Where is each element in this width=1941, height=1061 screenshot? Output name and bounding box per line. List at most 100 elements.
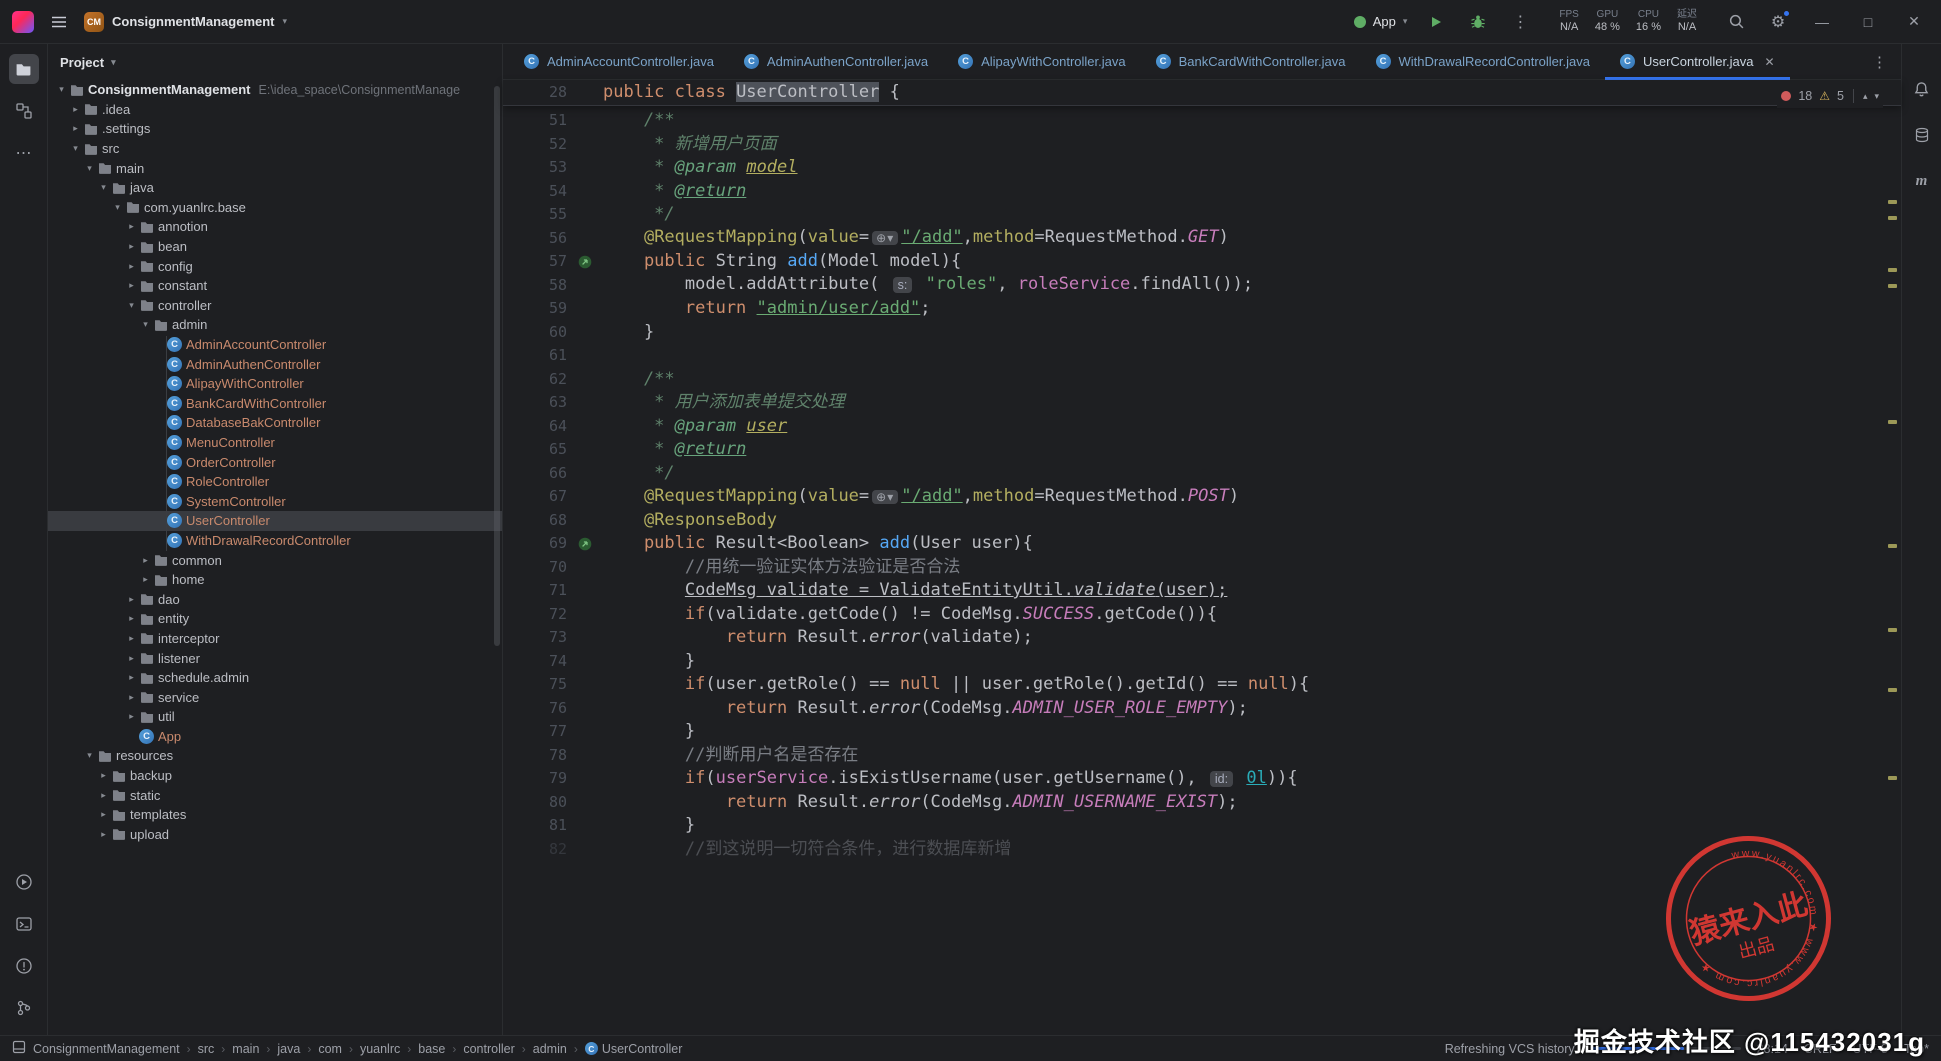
code-line-79[interactable]: 79 if(userService.isExistUsername(user.g… [503,767,1901,791]
tree-item-ConsignmentManagement[interactable]: ▾ ConsignmentManagement E:\idea_space\Cons… [48,80,502,100]
code-line-58[interactable]: 58 model.addAttribute( s: "roles", roleS… [503,274,1901,298]
line-number[interactable]: 73 [503,626,567,650]
next-problem-button[interactable]: ▾ [1874,91,1879,102]
request-mapping-gutter-icon[interactable] [567,537,603,551]
chevron-down-icon[interactable]: ▾ [82,750,97,761]
chevron-right-icon[interactable]: ▸ [96,829,111,840]
line-separator-widget[interactable]: CRLF [1804,1042,1837,1056]
tree-item-com.yuanlrc.base[interactable]: ▾ com.yuanlrc.base [48,198,502,218]
tree-item-SystemController[interactable]: C SystemController [48,491,502,511]
line-number[interactable]: 58 [503,274,567,298]
prev-problem-button[interactable]: ▴ [1863,91,1868,102]
chevron-right-icon[interactable]: ▸ [124,594,139,605]
chevron-right-icon[interactable]: ▸ [124,280,139,291]
tree-item-resources[interactable]: ▾ resources [48,746,502,766]
code-line-53[interactable]: 53 * @param model [503,156,1901,180]
code-area[interactable]: 51 /** 52 * 新增用户页面 53 * @param model 54 * @… [503,106,1901,1035]
project-tool-button[interactable] [8,54,39,84]
chevron-down-icon[interactable]: ▾ [68,143,83,154]
tree-item-interceptor[interactable]: ▸ interceptor [48,629,502,649]
line-number[interactable]: 61 [503,344,567,368]
code-line-67[interactable]: 67 @RequestMapping(value= ⊕▾ "/add",method… [503,485,1901,509]
line-number[interactable]: 66 [503,462,567,486]
line-number[interactable]: 63 [503,391,567,415]
stripe-mark[interactable] [1888,200,1897,204]
tab-UserController.java[interactable]: C UserController.java ✕ [1604,44,1790,80]
line-number[interactable]: 67 [503,485,567,509]
minimize-button[interactable]: — [1807,14,1837,30]
database-tool-button[interactable] [1907,120,1937,150]
breadcrumb-item-UserController[interactable]: C UserController [584,1042,682,1056]
tree-item-upload[interactable]: ▸ upload [48,825,502,845]
code-line-68[interactable]: 68 @ResponseBody [503,509,1901,533]
breadcrumb-item-yuanlrc[interactable]: yuanlrc [360,1042,400,1056]
tree-item-App[interactable]: C App [48,727,502,747]
stripe-mark[interactable] [1888,544,1897,548]
maven-tool-button[interactable]: m [1907,166,1937,196]
tree-item-.settings[interactable]: ▸ .settings [48,119,502,139]
code-line-51[interactable]: 51 /** [503,109,1901,133]
stripe-mark[interactable] [1888,268,1897,272]
tree-item-controller[interactable]: ▾ controller [48,296,502,316]
tree-item-schedule.admin[interactable]: ▸ schedule.admin [48,668,502,688]
tree-item-OrderController[interactable]: C OrderController [48,452,502,472]
line-number[interactable]: 68 [503,509,567,533]
tree-item-src[interactable]: ▾ src [48,139,502,159]
code-line-66[interactable]: 66 */ [503,462,1901,486]
tree-item-util[interactable]: ▸ util [48,707,502,727]
tree-item-annotion[interactable]: ▸ annotion [48,217,502,237]
code-line-59[interactable]: 59 return "admin/user/add"; [503,297,1901,321]
run-configuration-selector[interactable]: App ▾ [1353,14,1407,29]
tree-item-home[interactable]: ▸ home [48,570,502,590]
tree-item-constant[interactable]: ▸ constant [48,276,502,296]
close-icon[interactable]: ✕ [1765,55,1775,69]
encoding-widget[interactable]: UTF-8 [1853,1042,1888,1056]
chevron-right-icon[interactable]: ▸ [124,261,139,272]
tree-item-config[interactable]: ▸ config [48,256,502,276]
chevron-down-icon[interactable]: ▾ [82,163,97,174]
breadcrumb-item-main[interactable]: main [232,1042,259,1056]
stripe-mark[interactable] [1888,628,1897,632]
code-line-75[interactable]: 75 if(user.getRole() == null || user.get… [503,673,1901,697]
url-globe-inlay-icon[interactable]: ⊕▾ [872,489,899,504]
code-line-63[interactable]: 63 * 用户添加表单提交处理 [503,391,1901,415]
chevron-right-icon[interactable]: ▸ [124,692,139,703]
maximize-button[interactable]: □ [1853,14,1883,30]
tab-BankCardWithController.java[interactable]: C BankCardWithController.java [1141,44,1361,79]
breadcrumb-item-admin[interactable]: admin [533,1042,567,1056]
chevron-right-icon[interactable]: ▸ [124,711,139,722]
search-everywhere-button[interactable] [1723,9,1749,35]
code-line-56[interactable]: 56 @RequestMapping(value= ⊕▾ "/add",method… [503,227,1901,251]
chevron-down-icon[interactable]: ▾ [110,202,125,213]
chevron-down-icon[interactable]: ▾ [54,84,69,95]
code-line-74[interactable]: 74 } [503,650,1901,674]
window-icon[interactable] [12,1040,26,1057]
tree-item-WithDrawalRecordController[interactable]: C WithDrawalRecordController [48,531,502,551]
stripe-mark[interactable] [1888,420,1897,424]
parameter-hint-inlay[interactable]: s: [892,277,913,293]
indent-widget[interactable]: Tab* [1904,1042,1929,1056]
code-line-60[interactable]: 60 } [503,321,1901,345]
tree-item-common[interactable]: ▸ common [48,550,502,570]
chevron-right-icon[interactable]: ▸ [124,633,139,644]
tree-item-AdminAccountController[interactable]: C AdminAccountController [48,335,502,355]
tree-item-main[interactable]: ▾ main [48,158,502,178]
caret-position-widget[interactable]: 28:14 [1757,1042,1788,1056]
tree-item-listener[interactable]: ▸ listener [48,648,502,668]
code-line-71[interactable]: 71 CodeMsg validate = ValidateEntityUtil… [503,579,1901,603]
line-number[interactable]: 79 [503,767,567,791]
line-number[interactable]: 71 [503,579,567,603]
line-number[interactable]: 70 [503,556,567,580]
notifications-tool-button[interactable] [1907,74,1937,104]
line-number[interactable]: 59 [503,297,567,321]
line-number[interactable]: 82 [503,838,567,862]
breadcrumb-item-com[interactable]: com [318,1042,342,1056]
settings-button[interactable]: ⚙ [1765,9,1791,35]
more-actions-button[interactable]: ⋮ [1507,9,1533,35]
code-line-76[interactable]: 76 return Result.error(CodeMsg.ADMIN_USE… [503,697,1901,721]
line-number[interactable]: 74 [503,650,567,674]
parameter-hint-inlay[interactable]: id: [1209,770,1234,787]
chevron-down-icon[interactable]: ▾ [124,300,139,311]
chevron-right-icon[interactable]: ▸ [124,613,139,624]
code-line-64[interactable]: 64 * @param user [503,415,1901,439]
